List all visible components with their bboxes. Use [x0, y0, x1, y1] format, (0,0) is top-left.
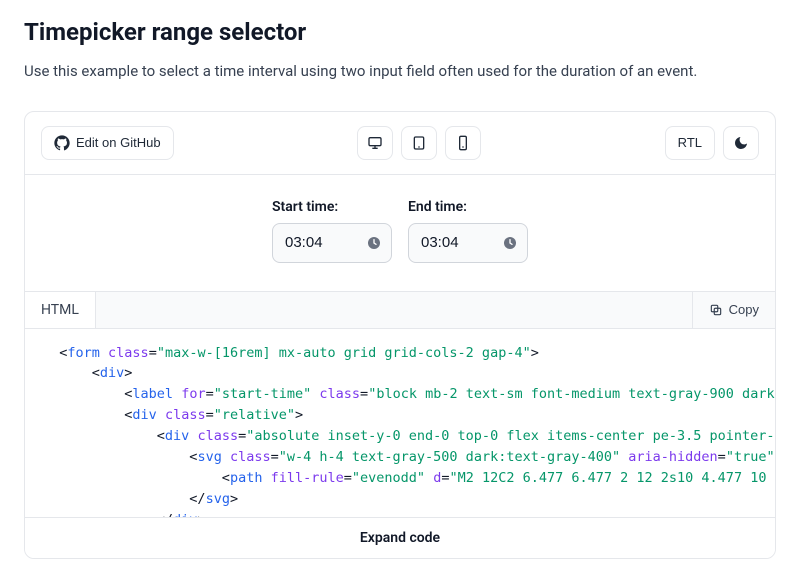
end-time-input-wrap [408, 223, 528, 263]
clock-icon [366, 235, 382, 251]
tab-html[interactable]: HTML [25, 292, 96, 328]
section-description: Use this example to select a time interv… [24, 60, 776, 83]
copy-icon [709, 303, 723, 317]
copy-code-button[interactable]: Copy [692, 292, 775, 328]
code-snippet: <form class="max-w-[16rem] mx-auto grid … [25, 329, 775, 517]
start-time-field: Start time: [272, 199, 392, 263]
expand-code-button[interactable]: Expand code [25, 517, 775, 558]
mobile-icon [455, 135, 471, 151]
section-heading: Timepicker range selector [24, 18, 776, 46]
component-preview: Start time: End time: [25, 174, 775, 292]
github-icon [54, 135, 70, 151]
code-tabs-row: HTML Copy [25, 292, 775, 329]
moon-icon [733, 135, 749, 151]
mobile-view-button[interactable] [445, 126, 481, 160]
edit-on-github-label: Edit on GitHub [76, 135, 161, 150]
edit-on-github-button[interactable]: Edit on GitHub [41, 126, 174, 160]
start-time-input-wrap [272, 223, 392, 263]
tablet-view-button[interactable] [401, 126, 437, 160]
example-panel: Edit on GitHub [24, 111, 776, 559]
end-time-field: End time: [408, 199, 528, 263]
time-range-form: Start time: End time: [272, 199, 528, 263]
copy-label: Copy [729, 302, 759, 317]
display-options-group: RTL [665, 126, 759, 160]
example-toolbar: Edit on GitHub [25, 112, 775, 174]
clock-icon [502, 235, 518, 251]
viewport-toggle-group [357, 126, 481, 160]
rtl-toggle-button[interactable]: RTL [665, 126, 715, 160]
desktop-view-button[interactable] [357, 126, 393, 160]
rtl-label: RTL [678, 135, 702, 150]
start-time-label: Start time: [272, 199, 392, 215]
dark-mode-toggle-button[interactable] [723, 126, 759, 160]
tablet-icon [411, 135, 427, 151]
desktop-icon [367, 135, 383, 151]
end-time-label: End time: [408, 199, 528, 215]
